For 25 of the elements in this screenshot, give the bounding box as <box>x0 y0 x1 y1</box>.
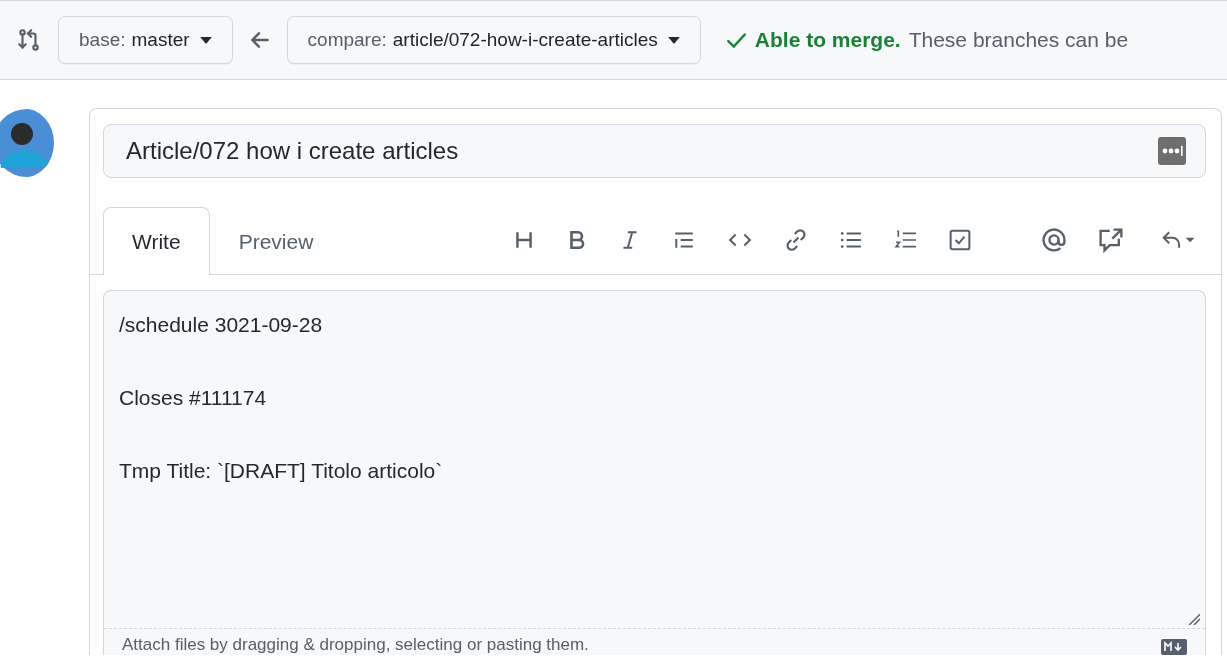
avatar <box>0 108 54 178</box>
resize-handle-icon[interactable] <box>1188 613 1200 625</box>
compare-branch-button[interactable]: compare: article/072-how-i-create-articles <box>286 16 701 64</box>
bulleted-list-icon[interactable] <box>839 229 863 251</box>
comment-field[interactable]: /schedule 3021-09-28 Closes #111174 Tmp Title: `[DRAFT] Titolo articolo` <box>104 291 1205 628</box>
merge-status-message: These branches can be <box>908 28 1129 52</box>
pull-request-icon <box>16 27 42 53</box>
title-field[interactable]: Article/072 how i create articles <box>103 124 1206 178</box>
password-manager-icon <box>1158 136 1186 166</box>
editor-tab[interactable]: Preview <box>209 207 343 275</box>
cross-reference-icon[interactable] <box>1098 227 1124 253</box>
attach-files-hint: Attach files by dragging & dropping, selecting or pasting them. <box>122 635 589 655</box>
caret-icon <box>199 36 212 44</box>
link-icon[interactable] <box>784 228 808 252</box>
task-list-icon[interactable] <box>949 229 971 251</box>
heading-icon[interactable] <box>513 229 535 251</box>
markdown-icon <box>1161 639 1187 655</box>
comment-editor[interactable]: /schedule 3021-09-28 Closes #111174 Tmp Title: `[DRAFT] Titolo articolo` Attach files by dragging & dropping, selecting or pasting them. <box>103 290 1206 655</box>
quote-icon[interactable] <box>672 229 696 251</box>
caret-icon <box>667 36 680 44</box>
mention-icon[interactable] <box>1041 227 1067 253</box>
left-arrow-icon <box>248 29 271 51</box>
merge-status-title: Able to merge. <box>754 28 901 52</box>
editor-tab[interactable]: Write <box>103 207 210 275</box>
base-branch-button[interactable]: base: master <box>58 16 233 64</box>
